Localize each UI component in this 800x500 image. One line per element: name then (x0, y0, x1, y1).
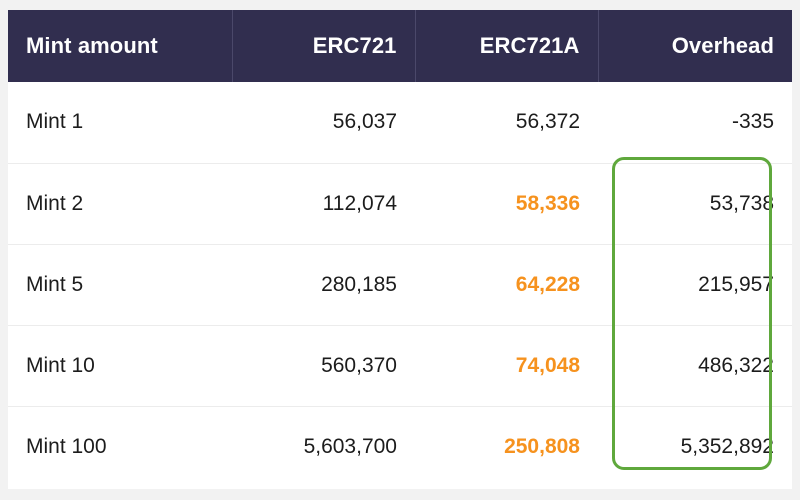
cell-erc721a: 58,336 (415, 163, 598, 245)
cell-overhead: -335 (598, 82, 792, 164)
column-header-overhead[interactable]: Overhead (598, 10, 792, 82)
gas-comparison-table: Mint amount ERC721 ERC721A Overhead Mint… (8, 10, 792, 487)
table-row: Mint 2 112,074 58,336 53,738 (8, 163, 792, 245)
cell-mint-amount: Mint 10 (8, 325, 232, 407)
cell-overhead: 5,352,892 (598, 406, 792, 487)
cell-overhead: 215,957 (598, 244, 792, 326)
cell-erc721a: 64,228 (415, 244, 598, 326)
cell-erc721: 280,185 (232, 244, 415, 326)
table-row: Mint 10 560,370 74,048 486,322 (8, 325, 792, 407)
table-screenshot: Mint amount ERC721 ERC721A Overhead Mint… (0, 0, 800, 500)
cell-erc721a: 56,372 (415, 82, 598, 164)
table-body: Mint 1 56,037 56,372 -335 Mint 2 112,074… (8, 82, 792, 487)
cell-erc721: 560,370 (232, 325, 415, 407)
column-header-erc721[interactable]: ERC721 (232, 10, 416, 82)
cell-mint-amount: Mint 1 (8, 82, 232, 164)
table-row: Mint 1 56,037 56,372 -335 (8, 82, 792, 164)
cell-mint-amount: Mint 2 (8, 163, 232, 245)
gas-comparison-table-card: Mint amount ERC721 ERC721A Overhead Mint… (8, 10, 792, 489)
table-row: Mint 100 5,603,700 250,808 5,352,892 (8, 406, 792, 487)
cell-erc721: 56,037 (232, 82, 415, 164)
cell-erc721a: 250,808 (415, 406, 598, 487)
cell-overhead: 53,738 (598, 163, 792, 245)
column-header-mint-amount[interactable]: Mint amount (8, 10, 233, 82)
table-row: Mint 5 280,185 64,228 215,957 (8, 244, 792, 326)
cell-overhead: 486,322 (598, 325, 792, 407)
cell-mint-amount: Mint 100 (8, 406, 232, 487)
cell-erc721a: 74,048 (415, 325, 598, 407)
cell-erc721: 5,603,700 (232, 406, 415, 487)
table-header-row: Mint amount ERC721 ERC721A Overhead (8, 10, 792, 82)
column-header-erc721a[interactable]: ERC721A (415, 10, 599, 82)
cell-erc721: 112,074 (232, 163, 415, 245)
cell-mint-amount: Mint 5 (8, 244, 232, 326)
table-header: Mint amount ERC721 ERC721A Overhead (8, 10, 792, 82)
